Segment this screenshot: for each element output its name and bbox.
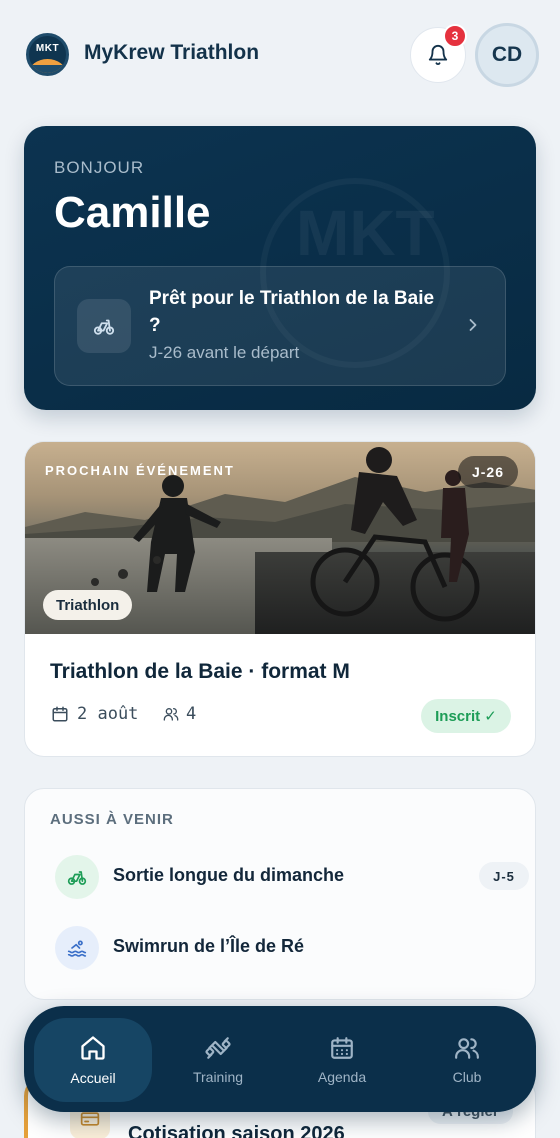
- upcoming-item-label: Swimrun de l’Île de Ré: [113, 936, 305, 956]
- watermark-text: MKT: [296, 197, 435, 269]
- bike-icon: [67, 871, 87, 885]
- app-header: MKT MyKrew Triathlon 3 CD: [0, 0, 560, 110]
- next-event-title: Prêt pour le Triathlon de la Baie ?: [149, 288, 435, 336]
- nav-label: Agenda: [317, 1069, 367, 1085]
- event-type-tag: Triathlon: [43, 590, 133, 620]
- calendar-icon: [52, 706, 68, 722]
- upcoming-item[interactable]: Swimrun de l’Île de Ré: [55, 926, 515, 970]
- upcoming-item-days: J-5: [479, 862, 529, 890]
- event-date-text: 2 août: [77, 704, 139, 724]
- greeting-hero: MKT BONJOUR Camille Prêt pour le Triathl…: [24, 126, 536, 410]
- nav-item-club[interactable]: Club: [408, 1018, 526, 1102]
- notification-count-badge: 3: [443, 24, 467, 48]
- next-event-card[interactable]: Prêt pour le Triathlon de la Baie ? J-26…: [54, 266, 506, 386]
- logo-wave-base: [29, 65, 66, 73]
- club-logo[interactable]: MKT: [26, 33, 69, 76]
- event-section-label: PROCHAIN ÉVÉNEMENT: [45, 463, 235, 478]
- upcoming-item-icon: [55, 926, 99, 970]
- upcoming-item[interactable]: Sortie longue du dimanche J-5: [55, 855, 529, 899]
- nav-label: Training: [192, 1069, 244, 1085]
- swim-icon: [67, 940, 87, 957]
- nav-label: Accueil: [70, 1070, 116, 1086]
- app-title: MyKrew Triathlon: [84, 41, 260, 64]
- membership-fee-title: Cotisation saison 2026: [128, 1123, 345, 1138]
- card-icon: [80, 1112, 100, 1126]
- nav-label: Club: [452, 1069, 482, 1085]
- next-event-detail-card[interactable]: PROCHAIN ÉVÉNEMENT J-26 Triathlon Triath…: [24, 441, 536, 757]
- users-icon: [455, 1038, 479, 1059]
- logo-text: MKT: [35, 43, 60, 54]
- nav-item-agenda[interactable]: Agenda: [283, 1018, 401, 1102]
- greeting-label: BONJOUR: [54, 158, 145, 177]
- event-title: Triathlon de la Baie · format M: [50, 660, 350, 683]
- next-event-countdown: J-26 avant le départ: [149, 343, 300, 362]
- bike-icon: [93, 319, 115, 335]
- upcoming-item-icon: [55, 855, 99, 899]
- chevron-right-icon: [469, 319, 477, 331]
- user-name: Camille: [54, 188, 211, 237]
- nav-item-accueil[interactable]: Accueil: [34, 1018, 152, 1102]
- days-left-pill: J-26: [458, 456, 518, 488]
- nav-item-training[interactable]: Training: [159, 1018, 277, 1102]
- calendar-icon: [331, 1037, 353, 1059]
- users-icon: [163, 708, 179, 721]
- upcoming-header: AUSSI À VENIR: [50, 811, 174, 828]
- registration-status-badge[interactable]: Inscrit ✓: [421, 699, 511, 733]
- next-event-icon-box: [77, 299, 131, 353]
- user-avatar[interactable]: CD: [475, 23, 539, 87]
- upcoming-item-label: Sortie longue du dimanche: [113, 865, 345, 885]
- bell-icon: [428, 45, 448, 66]
- event-participants: 4: [163, 704, 196, 724]
- training-icon: [205, 1037, 231, 1059]
- upcoming-events-card: AUSSI À VENIR Sortie longue du dimanche …: [24, 788, 536, 1000]
- home-icon: [81, 1036, 105, 1060]
- event-date: 2 août: [51, 704, 138, 724]
- event-photo: PROCHAIN ÉVÉNEMENT J-26 Triathlon: [25, 442, 535, 634]
- participants-count: 4: [186, 704, 197, 724]
- bottom-navigation: Accueil Training Agenda Club: [24, 1006, 536, 1112]
